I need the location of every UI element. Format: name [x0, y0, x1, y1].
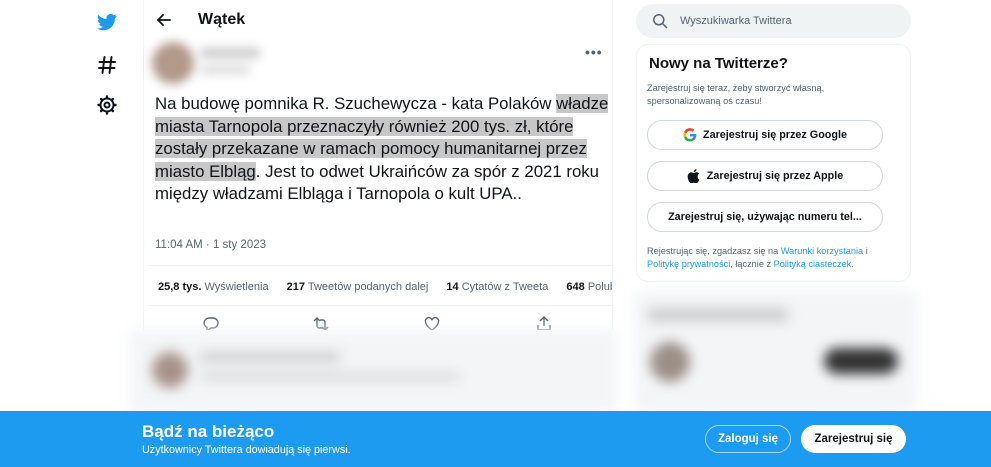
page-title: Wątek: [198, 11, 246, 28]
privacy-link[interactable]: Politykę prywatności: [647, 259, 730, 269]
signup-phone-button[interactable]: Zarejestruj się, używając numeru tel...: [647, 202, 883, 232]
google-icon: [683, 128, 697, 142]
reply-tweet-blurred: [130, 330, 616, 412]
search-icon: [652, 13, 668, 29]
apple-icon: [687, 169, 701, 183]
bottom-bar-subtitle: Użytkownicy Twittera dowiadują się pierw…: [142, 444, 351, 456]
like-icon[interactable]: [424, 316, 440, 330]
column-divider-left: [143, 0, 144, 330]
tweet-stats: 25,8 tys. Wyświetlenia 217 Tweetów podan…: [158, 281, 612, 297]
search-input[interactable]: [680, 4, 900, 38]
views-stat: 25,8 tys. Wyświetlenia: [158, 281, 269, 293]
likes-stat[interactable]: 648 Polubienia: [566, 281, 612, 293]
terms-link[interactable]: Warunki korzystania: [781, 246, 863, 256]
column-divider-right: [612, 0, 613, 330]
tweet-timestamp[interactable]: 11:04 AM · 1 sty 2023: [155, 239, 266, 251]
divider: [148, 305, 612, 306]
reply-icon[interactable]: [203, 316, 219, 330]
more-options-icon[interactable]: •••: [585, 44, 603, 60]
tweet-author-blurred: [148, 40, 268, 86]
back-arrow-icon[interactable]: [154, 10, 174, 30]
tweet-text-part: Na budowę pomnika R. Szuchewycza - kata …: [155, 94, 557, 113]
signup-terms: Rejestrując się, zgadzasz się na Warunki…: [647, 246, 868, 269]
bottom-signup-bar: Bądź na bieżąco Użytkownicy Twittera dow…: [0, 411, 991, 467]
left-navigation: [80, 0, 132, 467]
signup-google-button[interactable]: Zarejestruj się przez Google: [647, 120, 883, 150]
tweet-text: Na budowę pomnika R. Szuchewycza - kata …: [155, 93, 610, 206]
tweet-actions: [148, 312, 612, 330]
thread-header: Wątek: [144, 0, 612, 40]
twitter-logo-icon[interactable]: [96, 11, 118, 33]
quotes-stat[interactable]: 14 Cytatów z Tweeta: [446, 281, 548, 293]
share-icon[interactable]: [536, 316, 552, 330]
signup-card-title: Nowy na Twitterze?: [649, 55, 788, 72]
explore-hashtag-icon[interactable]: [96, 54, 118, 76]
login-button[interactable]: Zaloguj się: [705, 425, 791, 453]
divider: [148, 265, 612, 266]
signup-card-description: Zarejestruj się teraz, żeby stworzyć wła…: [647, 83, 825, 106]
cookies-link[interactable]: Polityką ciasteczek: [774, 259, 852, 269]
signup-card: Nowy na Twitterze? Zarejestruj się teraz…: [636, 44, 911, 282]
bottom-bar-title: Bądź na bieżąco: [142, 422, 275, 441]
retweet-icon[interactable]: [313, 316, 329, 330]
settings-gear-icon[interactable]: [96, 94, 118, 116]
author-avatar: [152, 42, 194, 84]
retweets-stat[interactable]: 217 Tweetów podanych dalej: [287, 281, 429, 293]
signup-button[interactable]: Zarejestruj się: [801, 425, 906, 453]
signup-apple-button[interactable]: Zarejestruj się przez Apple: [647, 161, 883, 191]
who-to-follow-blurred: [634, 290, 918, 412]
search-bar[interactable]: [636, 4, 911, 38]
